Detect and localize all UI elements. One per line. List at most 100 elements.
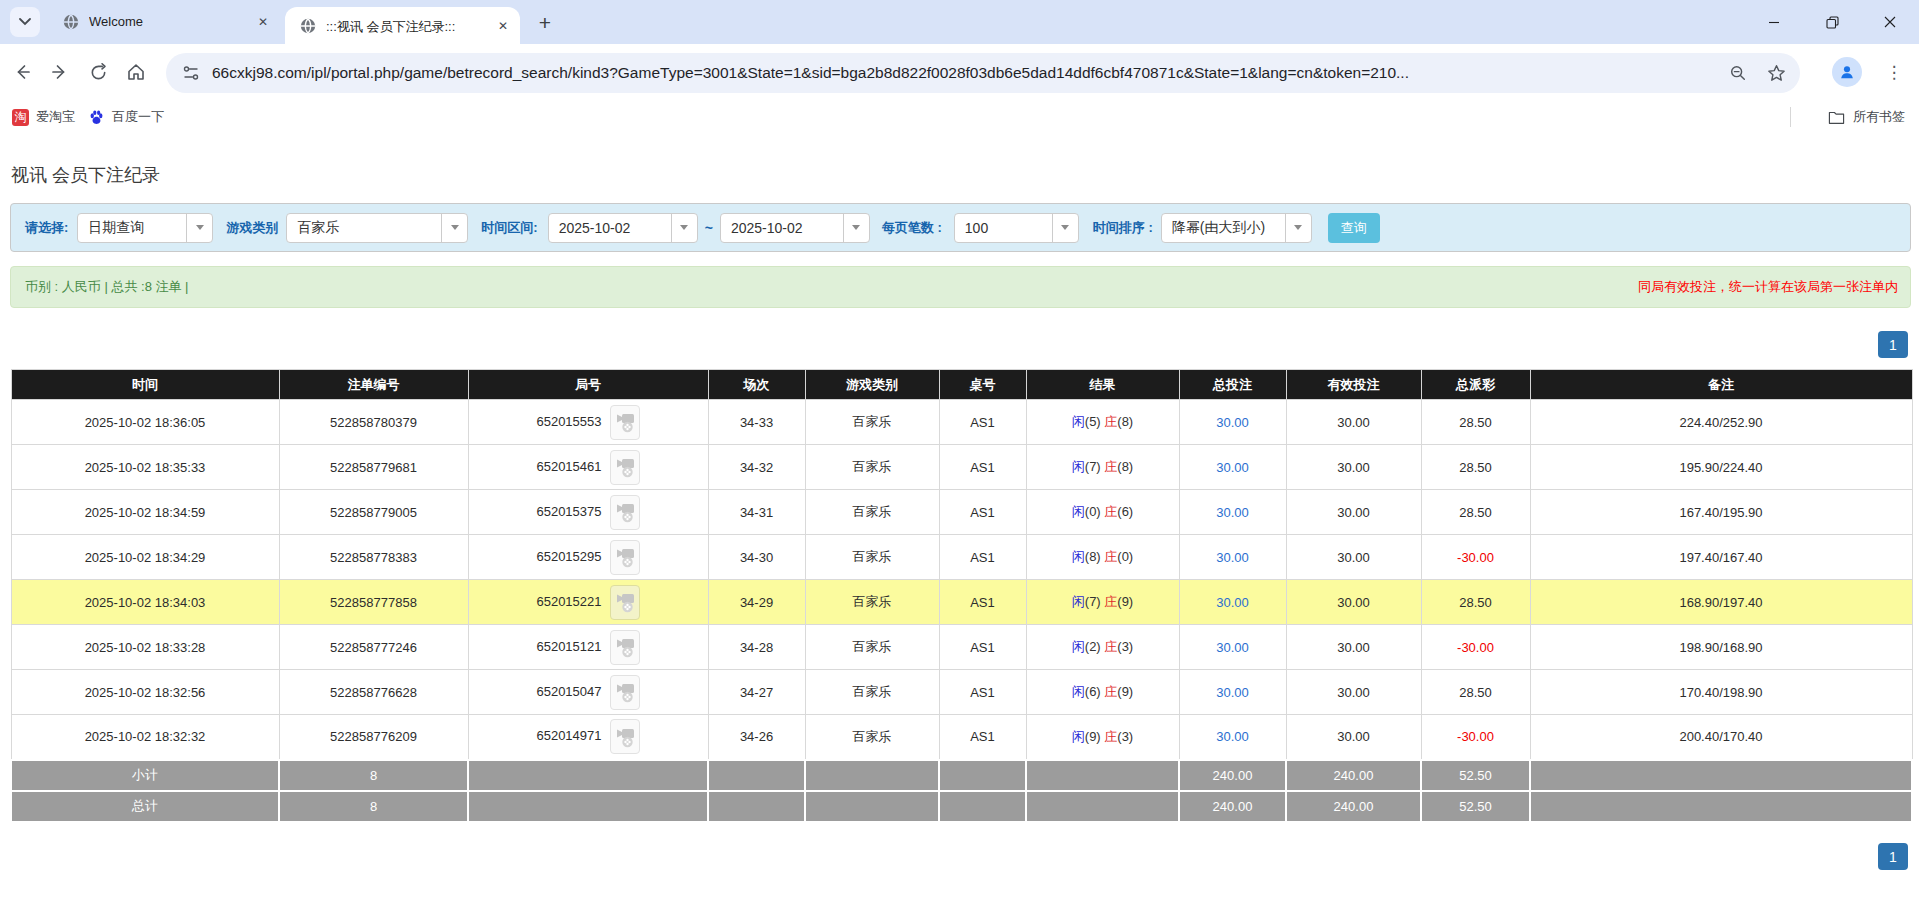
bookmark-label: 爱淘宝 xyxy=(36,108,75,126)
tab-title: :::视讯 会员下注纪录::: xyxy=(326,18,488,36)
table-row: 2025-10-02 18:34:59 522858779005 6520153… xyxy=(11,490,1912,535)
reload-icon[interactable] xyxy=(84,58,112,86)
cell-result: 闲(5) 庄(8) xyxy=(1026,400,1179,445)
cell-result: 闲(8) 庄(0) xyxy=(1026,535,1179,580)
forward-icon[interactable] xyxy=(46,58,74,86)
date-to-select[interactable]: 2025-10-02 xyxy=(720,213,870,243)
page-title: 视讯 会员下注纪录 xyxy=(11,163,160,187)
query-type-select[interactable]: 日期查询 xyxy=(77,213,213,243)
minimize-icon[interactable] xyxy=(1745,0,1803,44)
cell-valid-bet: 30.00 xyxy=(1286,445,1421,490)
cell-bet-number: 522858779681 xyxy=(279,445,468,490)
select-arrow-icon xyxy=(186,214,212,242)
window-close-icon[interactable] xyxy=(1861,0,1919,44)
video-replay-button[interactable] xyxy=(610,719,640,754)
total-bet-link[interactable]: 30.00 xyxy=(1216,640,1249,655)
cell-time: 2025-10-02 18:34:03 xyxy=(11,580,279,625)
cell-time: 2025-10-02 18:34:59 xyxy=(11,490,279,535)
subtotal-cell: 小计 xyxy=(11,760,279,791)
video-replay-button[interactable] xyxy=(610,495,640,530)
bookmark-taobao[interactable]: 淘 爱淘宝 xyxy=(12,101,75,133)
video-replay-button[interactable] xyxy=(610,450,640,485)
new-tab-button[interactable]: + xyxy=(532,10,558,36)
cell-time: 2025-10-02 18:32:56 xyxy=(11,670,279,715)
bookmark-label: 百度一下 xyxy=(112,108,164,126)
total-bet-link[interactable]: 30.00 xyxy=(1216,415,1249,430)
subtotal-cell xyxy=(805,760,939,791)
range-tilde: ~ xyxy=(705,220,713,236)
column-header: 总派彩 xyxy=(1421,370,1530,400)
game-type-value: 百家乐 xyxy=(287,219,441,237)
game-type-select[interactable]: 百家乐 xyxy=(286,213,468,243)
home-icon[interactable] xyxy=(122,58,150,86)
summary-left: 币别 : 人民币 | 总共 :8 注单 | xyxy=(25,278,189,296)
total-cell: 8 xyxy=(279,791,468,822)
filter-bar: 请选择: 日期查询 游戏类别 百家乐 时间区间: 2025-10-02 ~ 20… xyxy=(10,203,1911,252)
search-button[interactable]: 查询 xyxy=(1328,213,1380,243)
cell-session: 34-26 xyxy=(708,715,805,760)
video-replay-button[interactable] xyxy=(610,585,640,620)
bookmark-baidu[interactable]: 百度一下 xyxy=(88,101,164,133)
cell-game-type: 百家乐 xyxy=(805,445,939,490)
tab-close-icon[interactable]: ✕ xyxy=(494,17,512,35)
table-header-row: 时间注单编号局号场次游戏类别桌号结果总投注有效投注总派彩备注 xyxy=(11,370,1912,400)
cell-session: 34-32 xyxy=(708,445,805,490)
menu-dots-icon[interactable]: ⋮ xyxy=(1885,57,1903,87)
video-replay-button[interactable] xyxy=(610,675,640,710)
cell-payout: 28.50 xyxy=(1421,580,1530,625)
cell-bet-number: 522858776209 xyxy=(279,715,468,760)
cell-session: 34-33 xyxy=(708,400,805,445)
table-row: 2025-10-02 18:34:29 522858778383 6520152… xyxy=(11,535,1912,580)
tab-search-button[interactable] xyxy=(10,7,40,37)
cell-game-type: 百家乐 xyxy=(805,490,939,535)
total-cell xyxy=(708,791,805,822)
cell-time: 2025-10-02 18:34:29 xyxy=(11,535,279,580)
video-replay-button[interactable] xyxy=(610,405,640,440)
profile-avatar-icon[interactable] xyxy=(1832,57,1862,87)
per-page-value: 100 xyxy=(955,220,1052,236)
bookmark-star-icon[interactable] xyxy=(1767,64,1786,83)
cell-total-bet: 30.00 xyxy=(1179,490,1286,535)
total-bet-link[interactable]: 30.00 xyxy=(1216,460,1249,475)
total-cell xyxy=(1530,791,1912,822)
select-arrow-icon xyxy=(1285,214,1311,242)
cell-remark: 170.40/198.90 xyxy=(1530,670,1912,715)
table-row: 2025-10-02 18:35:33 522858779681 6520154… xyxy=(11,445,1912,490)
select-arrow-icon xyxy=(1052,214,1078,242)
video-replay-button[interactable] xyxy=(610,630,640,665)
chevron-down-icon xyxy=(19,18,31,26)
cell-result: 闲(6) 庄(9) xyxy=(1026,670,1179,715)
pagination-page-1-bottom[interactable]: 1 xyxy=(1878,843,1908,870)
subtotal-cell: 240.00 xyxy=(1179,760,1286,791)
total-bet-link[interactable]: 30.00 xyxy=(1216,595,1249,610)
video-replay-button[interactable] xyxy=(610,540,640,575)
date-from-value: 2025-10-02 xyxy=(549,220,671,236)
address-bar[interactable]: 66cxkj98.com/ipl/portal.php/game/betreco… xyxy=(166,53,1800,93)
back-icon[interactable] xyxy=(8,58,36,86)
total-bet-link[interactable]: 30.00 xyxy=(1216,729,1249,744)
tab-betrecord[interactable]: :::视讯 会员下注纪录::: ✕ xyxy=(285,7,520,44)
cell-table-number: AS1 xyxy=(939,400,1026,445)
pagination-page-1-top[interactable]: 1 xyxy=(1878,331,1908,358)
total-bet-link[interactable]: 30.00 xyxy=(1216,550,1249,565)
cell-game-type: 百家乐 xyxy=(805,535,939,580)
restore-icon[interactable] xyxy=(1803,0,1861,44)
table-row: 2025-10-02 18:34:03 522858777858 6520152… xyxy=(11,580,1912,625)
site-info-icon[interactable] xyxy=(183,65,199,81)
cell-time: 2025-10-02 18:33:28 xyxy=(11,625,279,670)
all-bookmarks[interactable]: 所有书签 xyxy=(1828,101,1905,133)
sort-select[interactable]: 降幂(由大到小) xyxy=(1161,213,1312,243)
cell-total-bet: 30.00 xyxy=(1179,400,1286,445)
zoom-icon[interactable] xyxy=(1729,64,1747,82)
total-bet-link[interactable]: 30.00 xyxy=(1216,505,1249,520)
tab-close-icon[interactable]: ✕ xyxy=(254,13,272,31)
tab-welcome[interactable]: Welcome ✕ xyxy=(48,0,280,44)
column-header: 局号 xyxy=(468,370,708,400)
cell-game-type: 百家乐 xyxy=(805,625,939,670)
per-page-select[interactable]: 100 xyxy=(954,213,1079,243)
date-from-select[interactable]: 2025-10-02 xyxy=(548,213,698,243)
cell-round-number: 652015047 xyxy=(468,670,708,715)
subtotal-cell xyxy=(939,760,1026,791)
cell-remark: 167.40/195.90 xyxy=(1530,490,1912,535)
total-bet-link[interactable]: 30.00 xyxy=(1216,685,1249,700)
